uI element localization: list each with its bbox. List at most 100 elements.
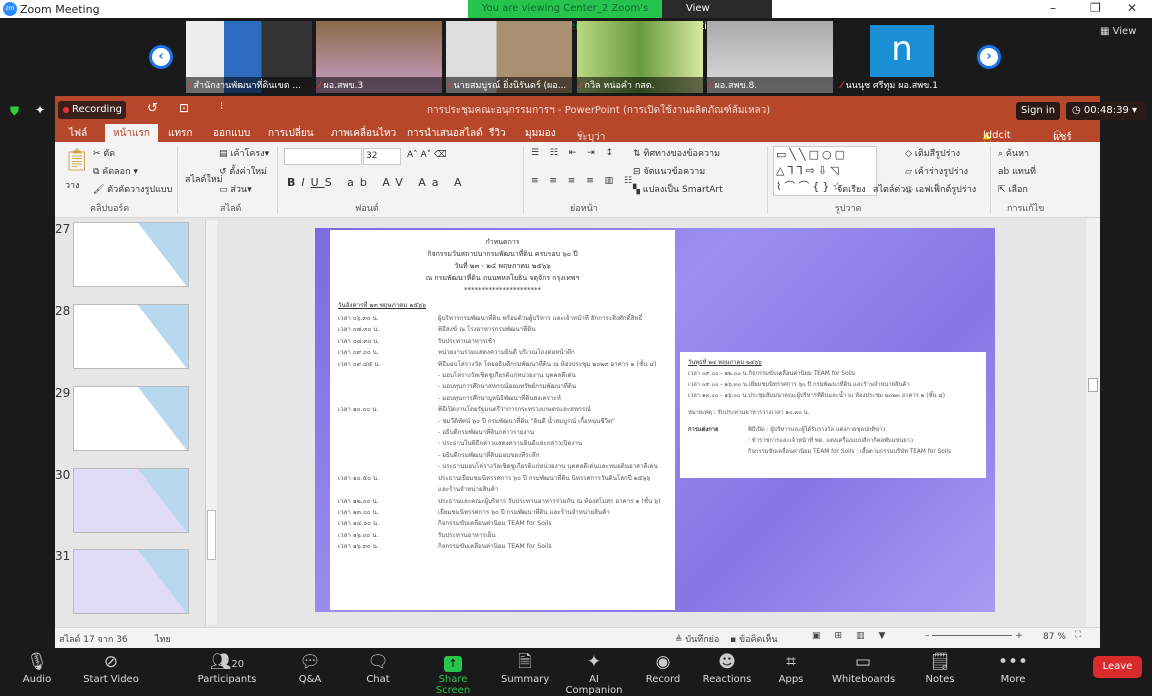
video-tile[interactable]: n ⁄ นนนุช ศรีทุม ผอ.สพข.1 bbox=[838, 21, 964, 93]
recording-indicator[interactable]: Recording bbox=[58, 101, 126, 119]
record-icon: ◉ bbox=[655, 652, 671, 672]
thumbnails-scrollbar[interactable] bbox=[205, 220, 217, 625]
more-button[interactable]: ••• More bbox=[998, 650, 1028, 685]
whiteboards-button[interactable]: ▭ Whiteboards bbox=[832, 650, 895, 685]
tab-design[interactable]: ออกแบบ bbox=[213, 126, 250, 141]
copy-button[interactable]: ⧉ คัดลอก ▾ bbox=[93, 164, 138, 178]
format-painter-button[interactable]: 🖌︎ ตัวคัดวางรูปแบบ bbox=[93, 182, 172, 196]
video-tile[interactable]: ⁄ นายสมบูรณ์ ยิ่งนิรันดร์ (ผอ... bbox=[446, 21, 572, 93]
prev-page-button[interactable]: ‹ bbox=[149, 45, 173, 69]
video-tile[interactable]: ⁄ สำนักงานพัฒนาที่ดินเขต ... bbox=[186, 21, 312, 93]
next-page-button[interactable]: › bbox=[977, 45, 1001, 69]
arrange-button[interactable]: จัดเรียง bbox=[837, 182, 866, 196]
schedule-row: เวลา ๐๖.๓๐ น. ผู้บริหารกรมพัฒนาที่ดิน พร้… bbox=[338, 313, 667, 324]
video-tile[interactable]: ⁄ กวิล หน่อคำ กสด. bbox=[577, 21, 703, 93]
align-buttons[interactable]: ≡ ≡ ≡ ≡ ▥ ☷ bbox=[531, 176, 636, 186]
customize-icon[interactable]: ⁝ bbox=[220, 101, 223, 112]
zoom-slider[interactable]: – + bbox=[925, 631, 1023, 641]
font-format-buttons[interactable]: BIUS ab AV Aa A bbox=[287, 176, 468, 189]
shape-effects-button[interactable]: ◌ เอฟเฟ็กต์รูปร่าง bbox=[905, 182, 976, 196]
new-slide-button[interactable]: สไลด์ใหม่ bbox=[185, 172, 223, 186]
group-slides-label: สไลด์ bbox=[220, 204, 242, 214]
leave-button[interactable]: Leave bbox=[1093, 656, 1142, 678]
slide-thumbnail[interactable] bbox=[73, 304, 189, 369]
thumbnail-number: 30 bbox=[55, 468, 71, 482]
sparkle-icon[interactable]: ✦ bbox=[35, 103, 45, 117]
slide-thumbnail[interactable] bbox=[73, 549, 189, 614]
ai-companion-button[interactable]: ✦ AI Companion bbox=[560, 650, 628, 696]
video-tile[interactable]: ⁄ ผอ.สพข.3 bbox=[316, 21, 442, 93]
fit-slide-icon[interactable]: ⛶ bbox=[1075, 630, 1081, 640]
slide-scrollbar[interactable] bbox=[1086, 218, 1100, 627]
slide-thumbnail[interactable] bbox=[73, 386, 189, 451]
view-buttons[interactable]: ▣⊞▥▼ bbox=[812, 631, 899, 641]
paste-button[interactable]: วาง bbox=[65, 178, 80, 192]
share-screen-button[interactable]: ↑ Share Screen bbox=[422, 650, 484, 696]
tab-slideshow[interactable]: การนำเสนอสไลด์ bbox=[407, 126, 483, 141]
notes-button[interactable]: ≜ บันทึกย่อ bbox=[675, 632, 719, 646]
minimize-icon[interactable]: – bbox=[1050, 1, 1056, 15]
slide-canvas[interactable]: กำหนดการ กิจกรรมวันสถาปนากรมพัฒนาที่ดิน ค… bbox=[315, 228, 995, 612]
layout-button[interactable]: ▤ เค้าโครง▾ bbox=[219, 146, 269, 160]
thumbnail-number: 27 bbox=[55, 222, 71, 236]
notes-button[interactable]: 🗒︎ Notes bbox=[925, 650, 955, 685]
reset-button[interactable]: ↺ ตั้งค่าใหม่ bbox=[219, 164, 267, 178]
font-name-select[interactable] bbox=[284, 148, 362, 165]
scroll-thumb[interactable] bbox=[207, 510, 216, 560]
qa-button[interactable]: 💬︎ Q&A bbox=[295, 650, 325, 685]
participants-button[interactable]: 👥︎20 Participants bbox=[196, 650, 258, 685]
schedule-item: กิจกรรมขับเคลื่อนค่านิยม TEAM for Soils bbox=[438, 543, 552, 551]
schedule-row: เวลา ๐๙.๔๕ น. พิธีมอบโล่รางวัล โดยอธิบดีก… bbox=[338, 359, 667, 370]
language[interactable]: ไทย bbox=[155, 632, 171, 646]
undo-icon[interactable]: ↺ bbox=[147, 101, 158, 116]
tab-view[interactable]: มุมมอง bbox=[525, 126, 556, 141]
tab-insert[interactable]: แทรก bbox=[168, 126, 192, 141]
comments-button[interactable]: ▪ ข้อคิดเห็น bbox=[730, 632, 778, 646]
replace-button[interactable]: ab แทนที่ bbox=[998, 164, 1036, 178]
select-button[interactable]: ⇱ เลือก bbox=[998, 182, 1028, 196]
start-video-button[interactable]: ⊘ Start Video bbox=[82, 650, 140, 685]
tab-file[interactable]: ไฟล์ bbox=[69, 126, 87, 141]
apps-button[interactable]: ⌗ Apps bbox=[776, 650, 806, 685]
slide-thumbnail[interactable] bbox=[73, 468, 189, 533]
align-text-button[interactable]: ⊟ จัดแนวข้อความ bbox=[633, 164, 705, 178]
font-size-buttons[interactable]: A˄ A˅ ⌫ bbox=[407, 150, 447, 160]
scroll-thumb[interactable] bbox=[1088, 378, 1098, 392]
present-icon[interactable]: ⊡ bbox=[179, 101, 189, 115]
whiteboard-icon: ▭ bbox=[854, 652, 872, 672]
schedule-time: เวลา ๐๙.๐๐ - ๑๒.๐๐ น. bbox=[688, 371, 749, 377]
text-direction-button[interactable]: ⇅ ทิศทางของข้อความ bbox=[633, 146, 720, 160]
find-button[interactable]: ⌕ ค้นหา bbox=[998, 146, 1029, 160]
cut-button[interactable]: ✂ ตัด bbox=[93, 146, 115, 160]
video-tile[interactable]: ⁄ ผอ.สพข.8. bbox=[707, 21, 833, 93]
shape-fill-button[interactable]: ◇ เติมสีรูปร่าง bbox=[905, 146, 960, 160]
slide-thumbnail[interactable] bbox=[73, 222, 189, 287]
qa-icon: 💬︎ bbox=[299, 652, 321, 672]
comments-label: ข้อคิดเห็น bbox=[738, 635, 778, 645]
font-size-select[interactable]: 32 bbox=[363, 148, 401, 165]
schedule-time: เวลา ๑๐.๐๐ น. bbox=[338, 406, 379, 414]
view-options-button[interactable]: View Options⌄ bbox=[662, 0, 772, 32]
tab-animations[interactable]: ภาพเคลื่อนไหว bbox=[331, 126, 396, 141]
tab-home[interactable]: หน้าแรก bbox=[105, 124, 158, 142]
schedule-time: เวลา ๑๔.๐๐ น. bbox=[338, 520, 380, 528]
chat-button[interactable]: 🗨︎ Chat bbox=[363, 650, 393, 685]
schedule-item: ผู้บริหารกรมพัฒนาที่ดิน พร้อมด้วยผู้บริห… bbox=[438, 315, 643, 322]
tab-transitions[interactable]: การเปลี่ยน bbox=[268, 126, 314, 141]
reactions-button[interactable]: ☻ Reactions bbox=[700, 650, 754, 685]
restore-icon[interactable]: ❐ bbox=[1090, 1, 1101, 15]
summary-button[interactable]: 🗎 Summary bbox=[501, 650, 549, 685]
audio-button[interactable]: 🎙︎ Audio bbox=[18, 650, 56, 685]
close-icon[interactable]: ✕ bbox=[1127, 1, 1137, 15]
view-button[interactable]: ▦ View bbox=[1100, 26, 1136, 37]
list-buttons[interactable]: ☰ ☷ ⇤ ⇥ ↕ bbox=[531, 148, 617, 158]
paste-icon[interactable]: 📋︎ bbox=[63, 148, 91, 173]
shape-outline-button[interactable]: ▱ เค้าร่างรูปร่าง bbox=[905, 164, 968, 178]
participant-name: สำนักงานพัฒนาที่ดินเขต ... bbox=[193, 81, 301, 91]
sign-in-button[interactable]: Sign in bbox=[1016, 102, 1060, 120]
smartart-button[interactable]: ▚ แปลงเป็น SmartArt bbox=[633, 182, 723, 196]
tab-review[interactable]: รีวิว bbox=[489, 126, 506, 141]
zoom-level[interactable]: 87 % bbox=[1043, 632, 1066, 642]
section-button[interactable]: ▭ ส่วน▾ bbox=[219, 182, 252, 196]
record-button[interactable]: ◉ Record bbox=[643, 650, 683, 685]
